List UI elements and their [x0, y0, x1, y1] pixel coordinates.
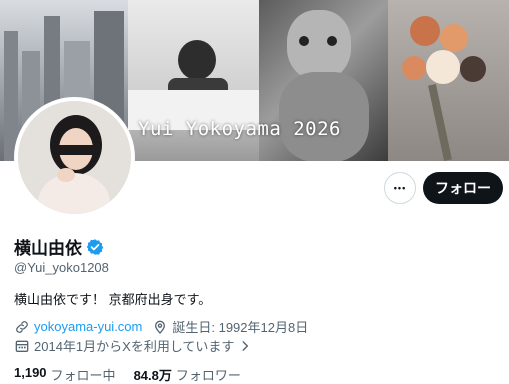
birthday-text: 誕生日: 1992年12月8日: [172, 320, 309, 335]
website-link[interactable]: yokoyama-yui.com: [34, 319, 142, 334]
more-options-button[interactable]: •••: [384, 172, 416, 204]
following-count[interactable]: 1,190: [14, 365, 47, 384]
follow-button[interactable]: フォロー: [423, 172, 503, 204]
location-pin-icon: [155, 320, 166, 334]
display-name: 横山由依: [14, 234, 104, 259]
chevron-right-icon: [242, 340, 249, 351]
follow-stats: 1,190 フォロー中 84.8万 フォロワー: [14, 365, 255, 384]
calendar-icon: [15, 340, 29, 352]
display-name-text: 横山由依: [14, 239, 82, 258]
following-label[interactable]: フォロー中: [51, 365, 116, 384]
profile-meta-row: yokoyama-yui.com 誕生日: 1992年12月8日: [14, 317, 308, 336]
followers-label[interactable]: フォロワー: [176, 365, 241, 384]
follow-button-label: フォロー: [435, 180, 491, 196]
handle: @Yui_yoko1208: [14, 260, 109, 275]
joined-text: 2014年1月からXを利用しています: [34, 339, 235, 354]
followers-count[interactable]: 84.8万: [134, 365, 172, 384]
more-icon: •••: [393, 182, 407, 193]
banner-flowers-photo: [388, 0, 509, 161]
verified-badge-icon[interactable]: [86, 238, 104, 256]
bio: 横山由依です！ 京都府出身です。: [14, 292, 212, 307]
link-icon: [16, 320, 28, 333]
avatar[interactable]: [14, 97, 135, 218]
avatar-portrait: [18, 101, 131, 214]
banner-caption: Yui Yokoyama 2026: [138, 118, 341, 140]
joined-row[interactable]: 2014年1月からXを利用しています: [14, 336, 252, 355]
